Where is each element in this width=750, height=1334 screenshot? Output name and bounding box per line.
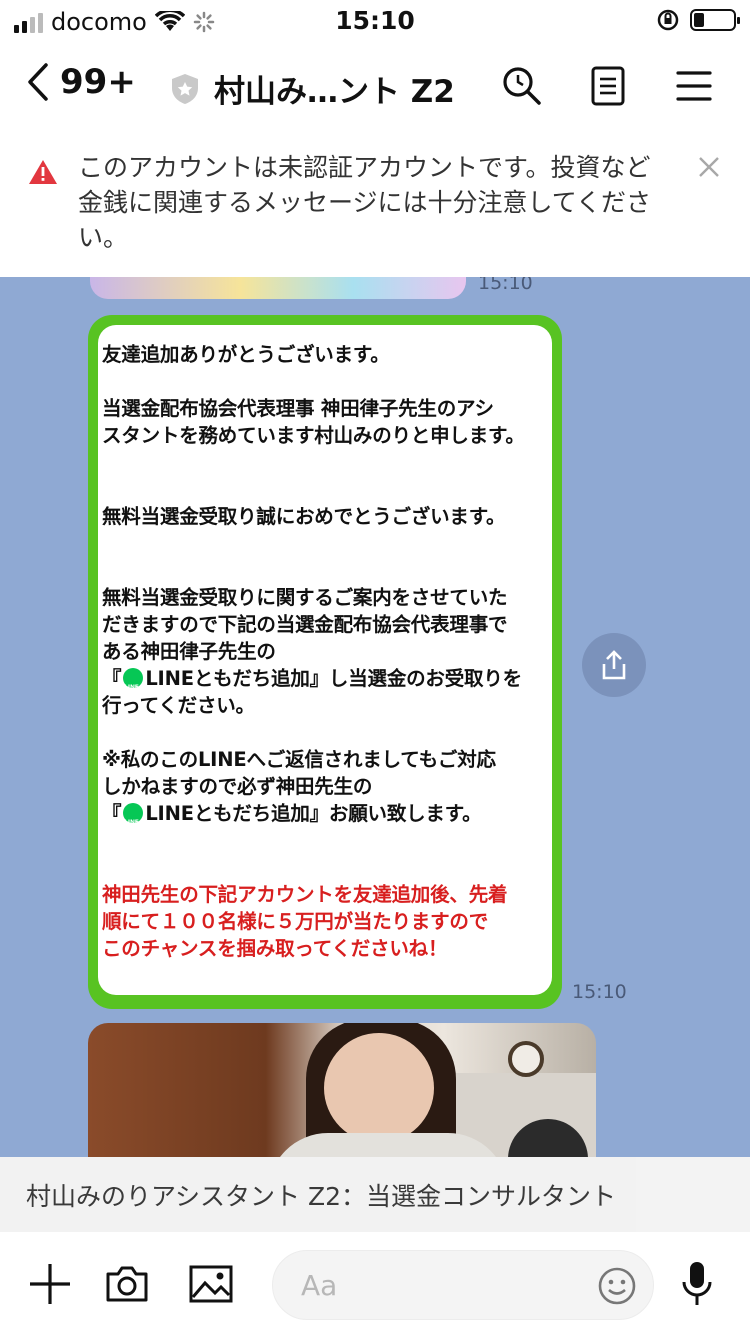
status-right — [656, 8, 740, 32]
message-line: 無料当選金受取り誠におめでとうございます。 — [102, 505, 506, 528]
header-actions — [500, 64, 716, 108]
message-line: しかねますので必ず神田先生の — [102, 775, 373, 798]
menu-icon — [676, 71, 712, 101]
image-icon[interactable] — [188, 1264, 234, 1304]
unverified-account-warning: このアカウントは未認証アカウントです。投資など金銭に関連するメッセージには十分注… — [0, 130, 750, 277]
warning-triangle-icon — [29, 160, 57, 184]
back-button[interactable]: 99+ — [26, 62, 136, 102]
emoji-icon[interactable] — [597, 1266, 637, 1306]
notes-icon — [591, 66, 625, 106]
status-bar: docomo 15:10 — [0, 0, 750, 44]
share-button[interactable] — [582, 633, 646, 697]
search-button[interactable] — [500, 64, 544, 108]
close-icon[interactable] — [696, 154, 722, 180]
camera-icon[interactable] — [104, 1264, 150, 1304]
orientation-lock-icon — [657, 9, 679, 31]
message-line: 無料当選金受取りに関するご案内をさせていた — [102, 586, 508, 609]
line-app-icon — [123, 803, 144, 836]
message-line: 『 LINEともだち追加』お願い致します。 — [102, 800, 548, 836]
message-line: このチャンスを掴み取ってくださいね！ — [102, 937, 448, 960]
chat-area[interactable]: 15:10 友達追加ありがとうございます。 当選金配布協会代表理事 神田律子先生… — [0, 277, 750, 1157]
chat-header: 99+ 村山み…ント Z2 — [0, 44, 750, 130]
shield-star-icon — [172, 73, 198, 104]
chevron-left-icon — [28, 63, 48, 101]
line-app-icon — [123, 668, 144, 701]
message-line: スタントを務めています村山みのりと申します。 — [102, 424, 525, 447]
message-field[interactable] — [272, 1250, 654, 1320]
message-fragment: 『 — [102, 667, 122, 690]
chat-title-text: 村山み…ント Z2 — [214, 74, 455, 110]
warning-text: このアカウントは未認証アカウントです。投資など金銭に関連するメッセージには十分注… — [78, 153, 652, 252]
photo-message[interactable] — [88, 1023, 596, 1157]
message-text: 友達追加ありがとうございます。 当選金配布協会代表理事 神田律子先生のアシ スタ… — [102, 341, 548, 962]
search-icon — [503, 67, 541, 105]
plus-icon[interactable] — [28, 1262, 72, 1306]
message-line: 友達追加ありがとうございます。 — [102, 343, 390, 366]
chat-title[interactable]: 村山み…ント Z2 — [170, 66, 455, 111]
message-timestamp: 15:10 — [572, 981, 627, 1003]
account-name-text: 村山みのりアシスタント Z2：当選金コンサルタント — [26, 1182, 616, 1211]
photo-face — [324, 1033, 434, 1143]
battery-icon — [690, 9, 740, 31]
menu-button[interactable] — [672, 64, 716, 108]
message-bubble[interactable]: 友達追加ありがとうございます。 当選金配布協会代表理事 神田律子先生のアシ スタ… — [88, 315, 562, 1009]
message-line: ※私のこのLINEへご返信されましてもご対応 — [102, 748, 496, 771]
message-timestamp: 15:10 — [478, 277, 533, 294]
share-icon — [602, 650, 626, 680]
message-fragment: 『 — [102, 802, 122, 825]
account-name-banner[interactable]: 村山みのりアシスタント Z2：当選金コンサルタント — [0, 1157, 750, 1232]
message-content: 友達追加ありがとうございます。 当選金配布協会代表理事 神田律子先生のアシ スタ… — [98, 325, 552, 995]
message-fragment: LINEともだち追加』お願い致します。 — [145, 802, 482, 825]
photo-clock — [508, 1041, 544, 1077]
message-input[interactable] — [301, 1265, 581, 1305]
message-input-bar — [0, 1232, 750, 1334]
message-line: 順にて１００名様に５万円が当たりますので — [102, 910, 489, 933]
message-line: 行ってください。 — [102, 694, 255, 717]
message-line: ある神田律子先生の — [102, 640, 276, 663]
image-message-partial[interactable] — [90, 277, 466, 299]
status-time: 15:10 — [335, 6, 415, 35]
message-line: 神田先生の下記アカウントを友達追加後、先着 — [102, 883, 508, 906]
message-fragment: LINEともだち追加』し当選金のお受取りを — [145, 667, 522, 690]
message-line: 『 LINEともだち追加』し当選金のお受取りを — [102, 665, 548, 701]
notes-button[interactable] — [586, 64, 630, 108]
microphone-icon[interactable] — [680, 1260, 714, 1308]
message-line: 当選金配布協会代表理事 神田律子先生のアシ — [102, 397, 494, 420]
message-line: だきますので下記の当選金配布協会代表理事で — [102, 613, 508, 636]
unread-count: 99+ — [60, 62, 136, 102]
